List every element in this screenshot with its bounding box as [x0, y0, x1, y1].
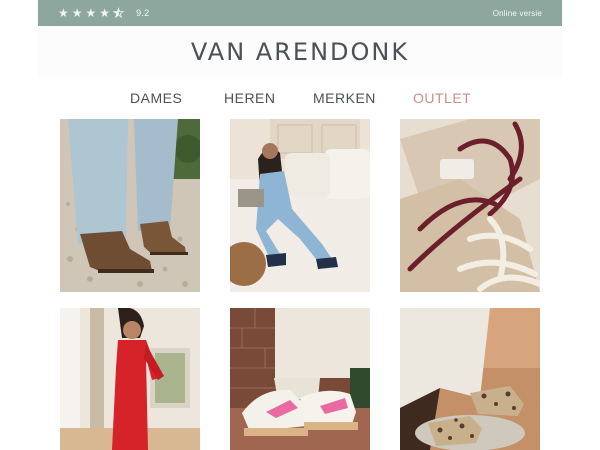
star-icon: ★: [99, 6, 111, 20]
star-icon: ★: [71, 6, 83, 20]
product-image-laces[interactable]: [400, 119, 540, 292]
product-image-sneakers[interactable]: [230, 308, 370, 450]
top-bar: ★ ★ ★ ★ ★ ★ 9.2 Online versie: [38, 0, 562, 26]
nav-item-dames[interactable]: DAMES: [130, 90, 182, 106]
product-image-red-dress[interactable]: [60, 308, 200, 450]
online-version-link[interactable]: Online versie: [493, 9, 542, 18]
product-image-boots[interactable]: [60, 119, 200, 292]
header: VAN ARENDONK: [38, 26, 562, 78]
brand-logo[interactable]: VAN ARENDONK: [191, 38, 409, 66]
product-image-sofa[interactable]: [230, 119, 370, 292]
rating-score: 9.2: [136, 8, 150, 18]
product-image-loafers[interactable]: [400, 308, 540, 450]
rating[interactable]: ★ ★ ★ ★ ★ ★ 9.2: [58, 6, 150, 20]
nav-item-heren[interactable]: HEREN: [224, 90, 276, 106]
nav-item-merken[interactable]: MERKEN: [313, 90, 376, 106]
nav-item-outlet[interactable]: OUTLET: [413, 90, 471, 106]
star-icon: ★: [85, 6, 97, 20]
half-star-icon: ★ ★: [113, 6, 125, 20]
star-icon: ★: [58, 6, 69, 20]
main-nav: DAMES HEREN MERKEN OUTLET: [0, 86, 600, 110]
